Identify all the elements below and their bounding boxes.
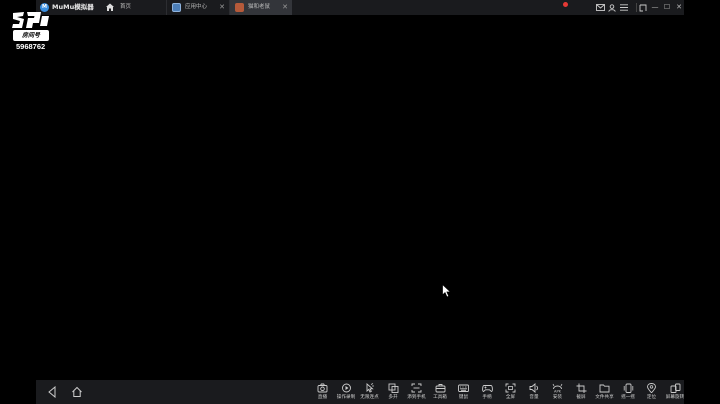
tab-label: 猫和老鼠 (248, 4, 271, 10)
divider (636, 3, 637, 12)
tab-tom-and-jerry[interactable]: 猫和老鼠 ✕ (229, 0, 292, 15)
close-window-button[interactable]: ✕ (674, 0, 684, 15)
user-icon[interactable] (607, 0, 617, 15)
toolbox-icon (435, 384, 445, 393)
mouse-cursor-icon (442, 284, 452, 298)
notification-badge (563, 2, 568, 7)
app-center-icon (172, 3, 181, 12)
back-icon[interactable] (47, 386, 57, 398)
pin-icon[interactable] (638, 0, 648, 15)
location-icon (647, 383, 656, 393)
douyu-watermark: 房间号 5968762 (11, 10, 51, 52)
menu-icon[interactable] (619, 0, 629, 15)
toolbar-rotate-button[interactable]: 屏幕旋转 (664, 380, 687, 404)
room-number: 5968762 (16, 42, 46, 51)
apk-icon: APK (552, 383, 563, 393)
rotate-icon (670, 383, 680, 393)
fullscreen-icon (505, 383, 516, 393)
minimize-button[interactable]: — (650, 0, 660, 15)
tab-app-center[interactable]: 应用中心 ✕ (166, 0, 229, 15)
toolbar-label: 屏幕旋转 (665, 395, 685, 400)
douyu-logo-icon (12, 12, 49, 28)
record-icon (341, 383, 351, 393)
volume-icon (529, 383, 538, 393)
tab-home[interactable]: 首页 (120, 1, 131, 14)
home-icon[interactable] (105, 2, 115, 12)
folder-icon (599, 384, 610, 393)
close-tab-icon[interactable]: ✕ (219, 1, 225, 14)
app-title: MuMu模拟器 (52, 3, 94, 11)
game-icon (235, 3, 244, 12)
phone-icon (411, 383, 422, 393)
android-home-icon[interactable] (71, 386, 83, 398)
keyboard-icon (458, 384, 469, 392)
maximize-button[interactable]: ☐ (662, 0, 672, 15)
title-bar: M MuMu模拟器 首页 应用中心 ✕ 猫和老鼠 ✕ — ☐ ✕ (36, 0, 684, 15)
mail-icon[interactable] (595, 0, 605, 15)
shake-icon (623, 383, 633, 393)
room-label: 房间号 (13, 30, 49, 41)
camera-icon (317, 383, 328, 393)
multi-icon (388, 383, 398, 393)
tab-label: 应用中心 (185, 4, 208, 10)
crop-icon (576, 383, 586, 393)
close-tab-icon[interactable]: ✕ (282, 1, 288, 14)
click-icon (366, 383, 374, 393)
bottom-toolbar: 直播 操作录制 无限连点 多开 添到手机 工具箱 键鼠 手柄 全屏 音量 APK 安装 截屏 文件共享 摇一… (36, 380, 684, 404)
gamepad-icon (481, 385, 493, 392)
svg-text:APK: APK (554, 390, 562, 393)
